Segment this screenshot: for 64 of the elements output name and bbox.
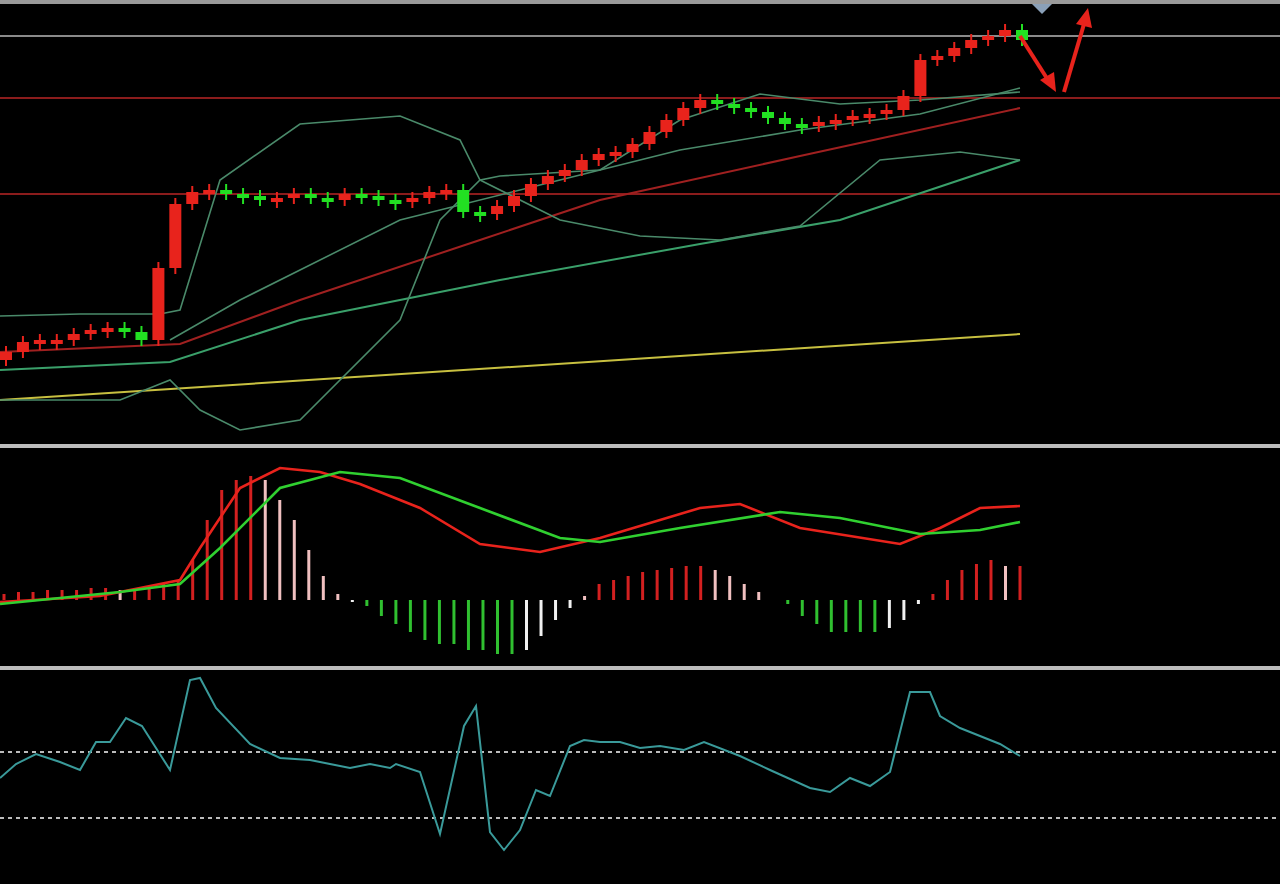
candle [355, 187, 368, 205]
candle [694, 93, 707, 115]
candle [16, 335, 29, 359]
candle [660, 113, 673, 139]
candle [118, 321, 131, 339]
candle [67, 327, 80, 347]
candle [321, 191, 334, 209]
candle [1016, 23, 1028, 47]
candle [897, 89, 910, 117]
candle [406, 191, 419, 209]
candle [541, 169, 554, 191]
candle [626, 137, 639, 159]
candle [558, 163, 571, 183]
candle [440, 183, 453, 201]
candle [33, 333, 46, 351]
candle [220, 183, 233, 201]
candle [778, 111, 791, 131]
candle [863, 107, 876, 125]
candle [304, 187, 317, 205]
candle [84, 323, 97, 341]
candle [254, 189, 266, 207]
candle [643, 125, 656, 151]
candle [152, 261, 165, 347]
candle [50, 333, 63, 351]
candle [474, 205, 487, 223]
candle [457, 183, 470, 219]
candle [270, 191, 283, 209]
candle [508, 189, 520, 213]
candle [829, 113, 842, 131]
candle [372, 189, 385, 207]
candle [846, 109, 859, 127]
arrow-annotation [1018, 34, 1056, 92]
arrow-annotation [1062, 8, 1092, 93]
candle [186, 185, 199, 211]
candle [914, 53, 927, 103]
candle [169, 197, 182, 275]
candle [965, 33, 978, 55]
candle [101, 321, 114, 339]
candle [880, 103, 893, 121]
candle [982, 29, 995, 47]
candle [203, 183, 216, 201]
candle [999, 23, 1012, 43]
candle [423, 185, 436, 205]
candle [795, 117, 808, 135]
candle [0, 345, 12, 367]
candle [491, 199, 504, 221]
candle [237, 187, 250, 205]
candle [948, 41, 961, 63]
candle [592, 147, 605, 167]
candle [287, 187, 300, 205]
candle [677, 101, 690, 127]
candle [728, 97, 741, 115]
candle [524, 177, 537, 203]
candle [745, 101, 758, 119]
candle [135, 325, 148, 347]
candle [812, 115, 825, 133]
candle [931, 49, 944, 67]
candle [762, 105, 774, 125]
candle [575, 153, 588, 177]
marker-icon [1032, 4, 1052, 14]
candle [609, 145, 622, 163]
candle [338, 187, 351, 207]
candle [711, 93, 724, 111]
candle [389, 193, 402, 211]
